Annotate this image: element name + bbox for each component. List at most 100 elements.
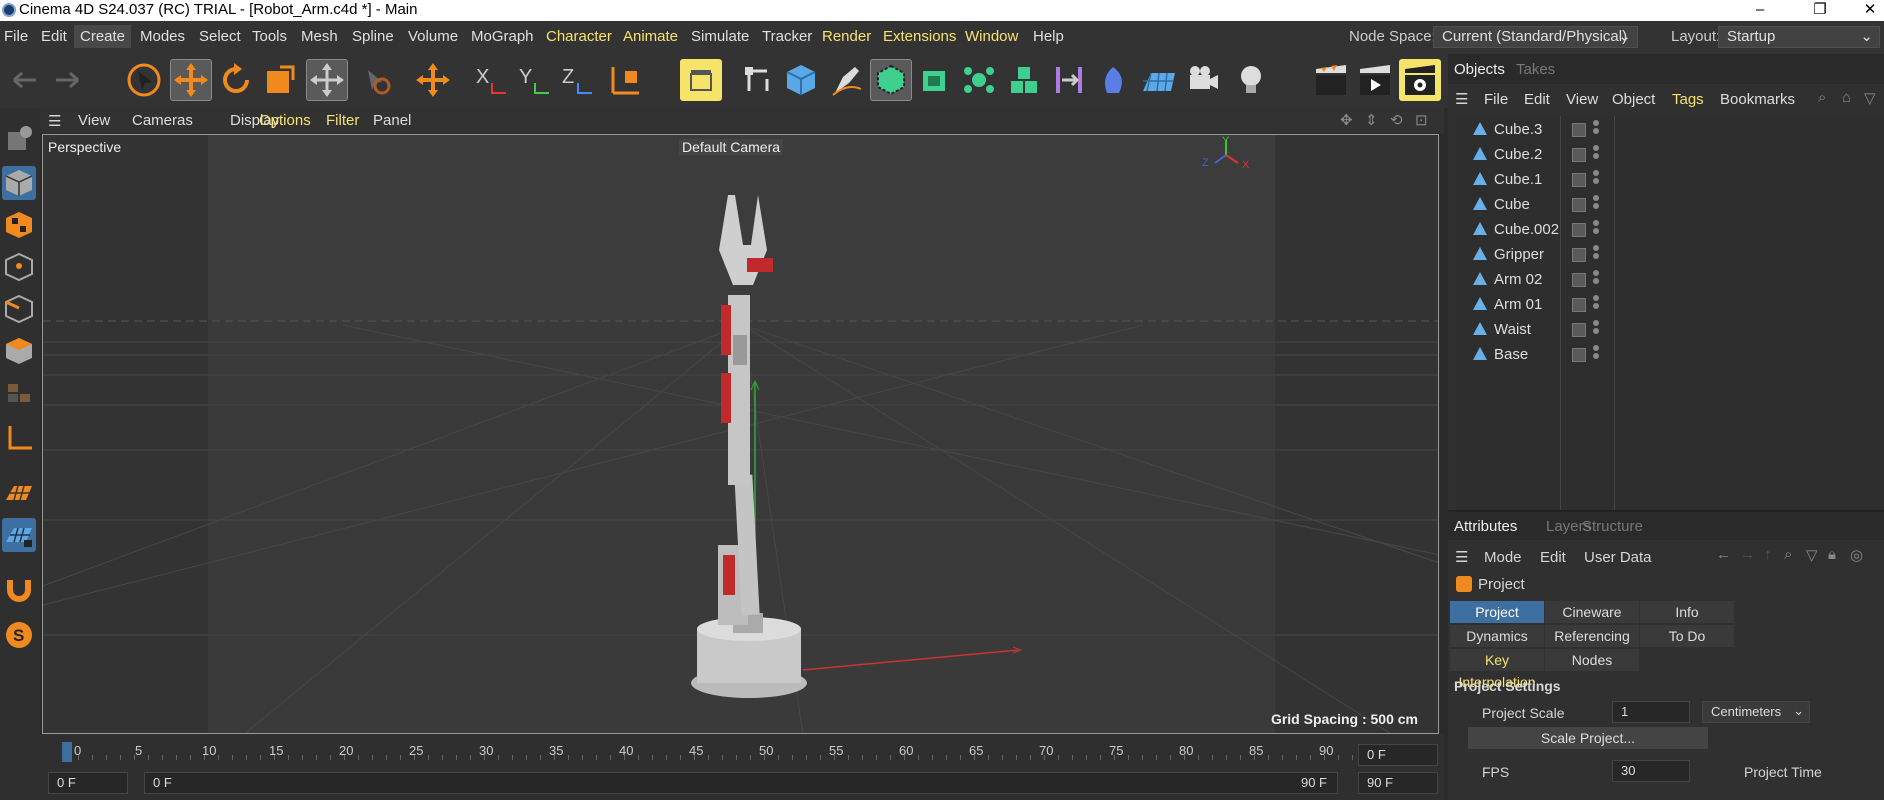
solo-icon[interactable]: S <box>2 618 36 652</box>
objects-menu-bookmarks[interactable]: Bookmarks <box>1720 91 1795 108</box>
spline-pen-icon[interactable] <box>737 59 779 101</box>
deformer-icon[interactable] <box>1048 59 1090 101</box>
transform-tool-icon[interactable] <box>306 59 348 101</box>
start-frame-field[interactable]: 0 F <box>48 772 128 794</box>
render-settings-icon[interactable] <box>1399 59 1441 101</box>
scale-tool-icon[interactable] <box>259 59 301 101</box>
object-row[interactable]: Cube.1 <box>1456 167 1884 192</box>
point-mode-icon[interactable] <box>2 250 36 284</box>
coordinate-system-icon[interactable] <box>605 59 647 101</box>
x-axis-lock-icon[interactable]: X <box>470 59 512 101</box>
menu-mesh[interactable]: Mesh <box>301 28 338 45</box>
minimize-button[interactable]: – <box>1740 0 1780 21</box>
lock-icon[interactable]: 🔒︎ <box>1828 546 1836 563</box>
uv-mode-icon[interactable] <box>2 376 36 410</box>
visibility-check[interactable] <box>1572 273 1586 287</box>
floor-icon[interactable] <box>1138 59 1180 101</box>
menu-simulate[interactable]: Simulate <box>691 28 749 45</box>
back-arrow-icon[interactable]: ← <box>1716 546 1731 563</box>
menu-select[interactable]: Select <box>199 28 241 45</box>
close-button[interactable]: ✕ <box>1850 0 1884 21</box>
button-project-settings[interactable]: Project Settings <box>1450 601 1544 642</box>
object-name[interactable]: Base <box>1494 346 1528 363</box>
tab-objects[interactable]: Objects <box>1454 61 1505 78</box>
axis-mode-icon[interactable] <box>2 420 36 454</box>
edge-mode-icon[interactable] <box>2 292 36 326</box>
object-name[interactable]: Cube.3 <box>1494 121 1542 138</box>
hamburger-icon[interactable]: ☰ <box>1455 90 1468 108</box>
search-icon[interactable]: ⌕ <box>1784 546 1792 563</box>
extrude-icon[interactable] <box>913 59 955 101</box>
mograph-cubes-icon[interactable] <box>1003 59 1045 101</box>
fps-input[interactable]: 30 <box>1612 760 1690 782</box>
object-row[interactable]: Base <box>1456 342 1884 367</box>
visibility-check[interactable] <box>1572 198 1586 212</box>
visibility-check[interactable] <box>1572 173 1586 187</box>
object-row[interactable]: Arm 02 <box>1456 267 1884 292</box>
pen-tool-icon[interactable] <box>825 59 867 101</box>
texture-mode-icon[interactable] <box>2 208 36 242</box>
undo-icon[interactable] <box>4 59 46 101</box>
object-row[interactable]: Cube.2 <box>1456 142 1884 167</box>
select-tool-icon[interactable] <box>123 59 165 101</box>
z-axis-lock-icon[interactable]: Z <box>556 59 598 101</box>
home-icon[interactable]: ⌂ <box>1842 89 1851 106</box>
rotate-tool-icon[interactable] <box>215 59 257 101</box>
visibility-check[interactable] <box>1572 123 1586 137</box>
current-frame-field[interactable]: 0 F <box>1358 744 1438 766</box>
visibility-dots[interactable] <box>1593 295 1599 311</box>
menu-edit[interactable]: Edit <box>41 28 67 45</box>
viewport-menu-cameras[interactable]: Cameras <box>132 112 193 129</box>
menu-help[interactable]: Help <box>1033 28 1064 45</box>
button-key-interpolation[interactable]: Key Interpolation <box>1450 649 1544 690</box>
object-name[interactable]: Cube.002 <box>1494 221 1559 238</box>
object-row[interactable]: Waist <box>1456 317 1884 342</box>
filter-icon[interactable]: ▽ <box>1864 89 1876 107</box>
visibility-check[interactable] <box>1572 298 1586 312</box>
model-mode-icon[interactable] <box>2 166 36 200</box>
render-picture-viewer-icon[interactable] <box>1354 59 1396 101</box>
hamburger-icon[interactable]: ☰ <box>1455 548 1468 566</box>
attributes-menu-user-data[interactable]: User Data <box>1584 549 1652 566</box>
playhead[interactable] <box>62 742 72 762</box>
object-name[interactable]: Arm 01 <box>1494 296 1542 313</box>
visibility-check[interactable] <box>1572 148 1586 162</box>
button-info[interactable]: Info <box>1640 601 1734 623</box>
viewport-menu-panel[interactable]: Panel <box>373 112 411 129</box>
object-name[interactable]: Cube <box>1494 196 1530 213</box>
hamburger-icon[interactable]: ☰ <box>48 112 61 130</box>
menu-mograph[interactable]: MoGraph <box>471 28 534 45</box>
menu-extensions[interactable]: Extensions <box>883 28 956 45</box>
objects-menu-tags[interactable]: Tags <box>1672 91 1704 108</box>
visibility-dots[interactable] <box>1593 270 1599 286</box>
visibility-dots[interactable] <box>1593 170 1599 186</box>
visibility-dots[interactable] <box>1593 245 1599 261</box>
viewport-menu-options[interactable]: Options <box>259 112 311 129</box>
visibility-check[interactable] <box>1572 348 1586 362</box>
button-nodes[interactable]: Nodes <box>1545 649 1639 671</box>
object-name[interactable]: Arm 02 <box>1494 271 1542 288</box>
viewport-menu-view[interactable]: View <box>78 112 110 129</box>
attributes-menu-mode[interactable]: Mode <box>1484 549 1522 566</box>
menu-create[interactable]: Create <box>74 25 132 48</box>
object-row[interactable]: Cube <box>1456 192 1884 217</box>
button-referencing[interactable]: Referencing <box>1545 625 1639 647</box>
target-icon[interactable]: ◎ <box>1850 546 1863 564</box>
up-arrow-icon[interactable]: ↑ <box>1764 546 1772 563</box>
filter-icon[interactable]: ▽ <box>1806 546 1818 564</box>
node-space-dropdown[interactable]: Current (Standard/Physical) ⌄ <box>1433 26 1638 48</box>
maximize-button[interactable]: ❐ <box>1800 0 1840 21</box>
menu-modes[interactable]: Modes <box>140 28 185 45</box>
visibility-dots[interactable] <box>1593 320 1599 336</box>
maximize-viewport-icon[interactable]: ⊡ <box>1415 111 1428 129</box>
menu-character[interactable]: Character <box>546 28 612 45</box>
render-region-icon[interactable] <box>680 59 722 101</box>
menu-spline[interactable]: Spline <box>352 28 394 45</box>
timeline-ruler[interactable] <box>64 744 1364 760</box>
viewport-perspective[interactable]: Perspective Default Camera Y X Z Grid Sp… <box>42 134 1439 734</box>
forward-arrow-icon[interactable]: → <box>1740 546 1755 563</box>
render-view-icon[interactable] <box>1310 59 1352 101</box>
visibility-check[interactable] <box>1572 323 1586 337</box>
attributes-menu-edit[interactable]: Edit <box>1540 549 1566 566</box>
field-icon[interactable] <box>1093 59 1135 101</box>
